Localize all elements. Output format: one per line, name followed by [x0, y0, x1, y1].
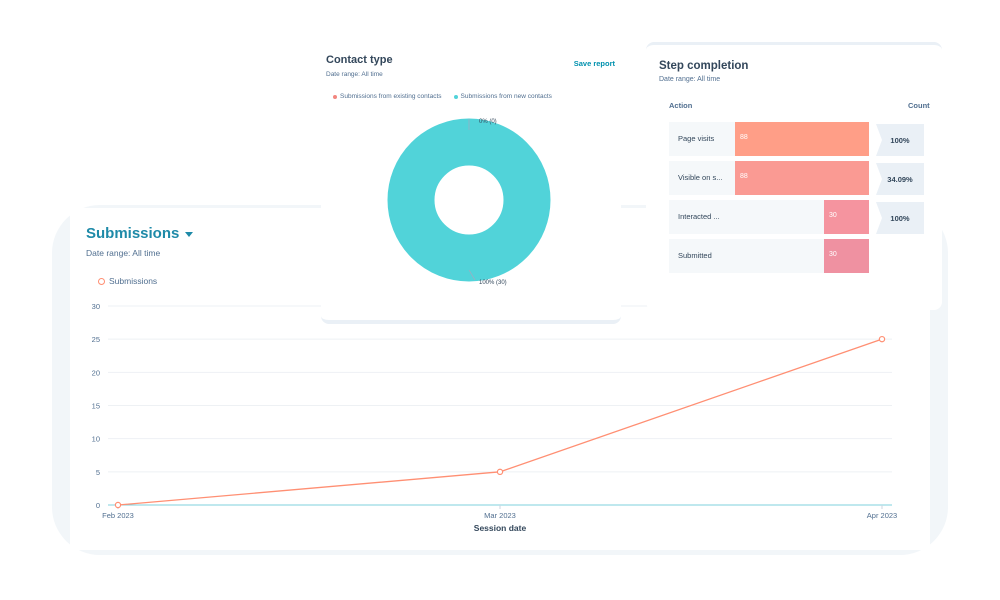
- step-value: 30: [829, 212, 837, 219]
- step-label: Page visits: [678, 134, 715, 143]
- step-value: 30: [829, 251, 837, 258]
- step-label: Visible on s...: [678, 173, 723, 182]
- step-bar: 88: [735, 161, 869, 195]
- step-conversion-badge: 100%: [876, 202, 924, 234]
- slice-label-existing: 0% (0): [479, 119, 497, 125]
- step-bar: 30: [824, 239, 869, 273]
- x-tick-label: Mar 2023: [484, 511, 516, 520]
- x-tick-label: Feb 2023: [102, 511, 134, 520]
- step-label: Submitted: [678, 251, 712, 260]
- data-point[interactable]: [114, 501, 122, 509]
- step-completion-card: Step completion Date range: All time Act…: [646, 42, 942, 310]
- donut-slice[interactable]: [387, 118, 551, 282]
- y-tick-label: 15: [92, 402, 100, 411]
- step-row[interactable]: Submitted 30: [669, 239, 869, 273]
- y-tick-label: 20: [92, 368, 100, 377]
- y-tick-label: 5: [96, 468, 100, 477]
- y-tick-label: 30: [92, 302, 100, 311]
- y-tick-label: 0: [96, 501, 100, 510]
- x-tick-label: Apr 2023: [867, 511, 897, 520]
- data-point[interactable]: [496, 468, 504, 476]
- contact-type-donut-chart: 0% (0) 100% (30): [387, 118, 551, 286]
- step-row[interactable]: Interacted ... 30: [669, 200, 869, 234]
- step-row[interactable]: Visible on s... 88: [669, 161, 869, 195]
- step-value: 88: [740, 173, 748, 180]
- step-value: 88: [740, 134, 748, 141]
- step-label: Interacted ...: [678, 212, 720, 221]
- data-point[interactable]: [878, 335, 886, 343]
- contact-type-card: Contact type Date range: All time Save r…: [321, 42, 621, 324]
- step-bar: 88: [735, 122, 869, 156]
- step-row[interactable]: Page visits 88: [669, 122, 869, 156]
- step-conversion-badge: 100%: [876, 124, 924, 156]
- step-completion-date-range: Date range: All time: [659, 76, 721, 83]
- step-completion-title: Step completion: [659, 60, 749, 72]
- step-bar: 30: [824, 200, 869, 234]
- column-header-action[interactable]: Action: [669, 101, 692, 110]
- slice-label-new: 100% (30): [479, 280, 507, 286]
- step-conversion-badge: 34.09%: [876, 163, 924, 195]
- y-tick-label: 25: [92, 335, 100, 344]
- series-line: [117, 338, 883, 506]
- y-tick-label: 10: [92, 435, 100, 444]
- column-header-count[interactable]: Count: [908, 101, 930, 110]
- x-axis-title: Session date: [474, 523, 527, 533]
